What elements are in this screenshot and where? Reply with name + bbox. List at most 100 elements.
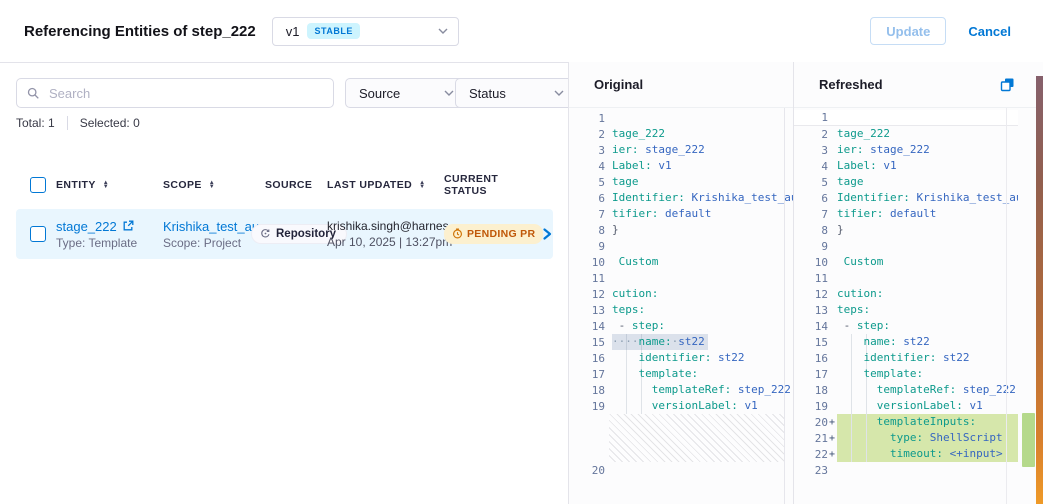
code-text: ier: stage_222 — [837, 142, 1018, 158]
last-updated-cell: krishika.singh@harnes... Apr 10, 2025 | … — [327, 219, 444, 249]
text-selection: ····name:·st22 — [612, 334, 708, 350]
code-line: 9 — [794, 238, 1018, 254]
code-text — [837, 462, 1018, 478]
line-number: 2 — [569, 128, 605, 141]
overview-ruler-added-mark — [1022, 413, 1035, 467]
sort-icon[interactable]: ▲▼ — [419, 181, 425, 189]
code-text — [837, 110, 1018, 126]
status-badge: PENDING PR — [444, 224, 543, 244]
updated-by: krishika.singh@harnes... — [327, 219, 444, 233]
line-number: 7 — [794, 208, 828, 221]
search-input[interactable] — [47, 85, 333, 102]
code-line: 14 - step: — [569, 318, 793, 334]
column-entity[interactable]: ENTITY ▲▼ — [56, 179, 163, 191]
code-line: 6Identifier: Krishika_test_aut — [794, 190, 1018, 206]
code-text: versionLabel: v1 — [612, 398, 793, 414]
original-code-editor[interactable]: 12tage_2223ier: stage_2224Label: v15tage… — [569, 108, 793, 478]
entity-type: Type: Template — [56, 236, 163, 250]
line-number: 15 — [569, 336, 605, 349]
line-number: 2 — [794, 128, 828, 141]
code-text: Label: v1 — [837, 158, 1018, 174]
column-scope[interactable]: SCOPE ▲▼ — [163, 179, 251, 191]
code-line: 7 tifier: default — [569, 206, 793, 222]
code-line: 15 name: st22 — [794, 334, 1018, 350]
top-header: Referencing Entities of step_222 v1 STAB… — [0, 0, 1043, 62]
diff-marker: + — [828, 433, 837, 444]
sort-icon[interactable]: ▲▼ — [103, 181, 109, 189]
code-line: 17 template: — [569, 366, 793, 382]
line-number: 12 — [569, 288, 605, 301]
sort-icon[interactable]: ▲▼ — [209, 181, 215, 189]
code-line: 10 Custom — [794, 254, 1018, 270]
scope-cell: Krishika_test_au... Scope: Project — [163, 219, 251, 250]
source-cell: Repository — [251, 224, 327, 245]
code-line: 5tage — [569, 174, 793, 190]
expand-row-button[interactable] — [537, 227, 557, 241]
code-line: 2 tage_222 — [794, 126, 1018, 142]
code-line: 13teps: — [569, 302, 793, 318]
select-all-checkbox[interactable] — [30, 177, 46, 193]
line-number: 20 — [794, 416, 828, 429]
selected-count: Selected: 0 — [80, 116, 140, 130]
line-number: 3 — [794, 144, 828, 157]
code-text: identifier: st22 — [612, 350, 793, 366]
table-row[interactable]: stage_222 Type: Template Krishika_test_a… — [16, 209, 553, 259]
code-text: Custom — [612, 254, 793, 270]
code-line: 11 — [569, 270, 793, 286]
update-button[interactable]: Update — [870, 17, 946, 45]
code-text: templateInputs: — [837, 414, 1018, 430]
line-number: 15 — [794, 336, 828, 349]
page-title: Referencing Entities of step_222 — [24, 23, 256, 40]
table-header: ENTITY ▲▼ SCOPE ▲▼ SOURCE LAST UPDATED ▲… — [30, 173, 553, 197]
chevron-down-icon — [444, 90, 454, 96]
external-link-icon[interactable] — [122, 220, 134, 232]
code-text — [837, 270, 1018, 286]
column-last-updated[interactable]: LAST UPDATED ▲▼ — [327, 179, 444, 191]
code-line: 12cution: — [794, 286, 1018, 302]
status-filter-select[interactable]: Status — [455, 78, 575, 108]
code-text: } — [837, 222, 1018, 238]
search-box[interactable] — [16, 78, 334, 108]
line-number: 3 — [569, 144, 605, 157]
refreshed-code-editor[interactable]: 12tage_2223ier: stage_2224Label: v15tage… — [794, 108, 1018, 478]
line-number: 6 — [794, 192, 828, 205]
code-line: 8} — [569, 222, 793, 238]
code-line: 4Label: v1 — [794, 158, 1018, 174]
copy-button[interactable] — [1000, 77, 1015, 92]
line-number: 13 — [794, 304, 828, 317]
code-line: 16 identifier: st22 — [569, 350, 793, 366]
search-icon — [27, 87, 40, 100]
version-select[interactable]: v1 STABLE — [272, 17, 459, 46]
line-number: 7 — [569, 208, 605, 221]
code-line: 9 — [569, 238, 793, 254]
source-filter-select[interactable]: Source — [345, 78, 465, 108]
code-text: tifier: default — [612, 206, 793, 222]
line-number: 12 — [794, 288, 828, 301]
original-pane-title: Original — [569, 62, 793, 108]
row-checkbox[interactable] — [30, 226, 46, 242]
code-text: cution: — [612, 286, 793, 302]
code-text — [837, 238, 1018, 254]
code-line: 17 template: — [794, 366, 1018, 382]
code-text: tage — [837, 174, 1018, 190]
line-number: 10 — [794, 256, 828, 269]
line-number: 17 — [569, 368, 605, 381]
code-line: 22+ timeout: <+input> — [794, 446, 1018, 462]
entity-link[interactable]: stage_222 — [56, 219, 117, 234]
code-line: 4Label: v1 — [569, 158, 793, 174]
code-line: 11 — [794, 270, 1018, 286]
code-text: } — [612, 222, 793, 238]
code-text — [612, 462, 793, 478]
line-number: 14 — [569, 320, 605, 333]
line-number: 18 — [569, 384, 605, 397]
code-text: tage_222 — [837, 126, 1018, 142]
code-line: 7tifier: default — [794, 206, 1018, 222]
chevron-down-icon — [554, 90, 564, 96]
code-line: 3 ier: stage_222 — [794, 142, 1018, 158]
yaml-diff-panel: Original 12tage_2223ier: stage_2224Label… — [568, 62, 1043, 504]
code-text: tage_222 — [612, 126, 793, 142]
cancel-button[interactable]: Cancel — [962, 23, 1017, 40]
line-number: 5 — [569, 176, 605, 189]
column-current-status: CURRENT STATUS — [444, 173, 537, 197]
line-number: 1 — [794, 111, 828, 124]
